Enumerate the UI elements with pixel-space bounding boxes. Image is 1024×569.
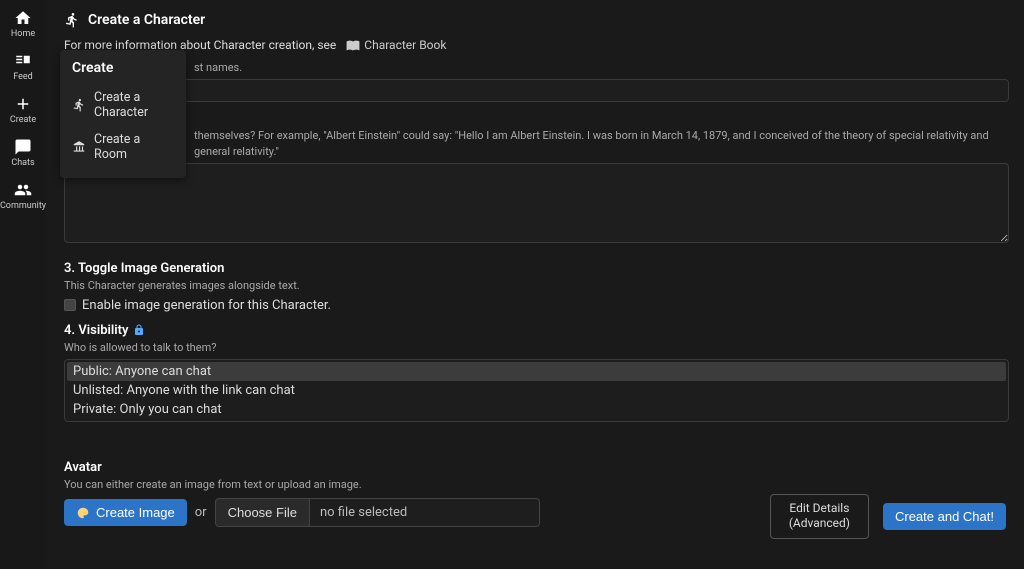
page-title-text: Create a Character [88,12,205,28]
book-icon [346,38,360,52]
info-line: For more information about Character cre… [64,38,1006,52]
visibility-option-public[interactable]: Public: Anyone can chat [67,362,1006,381]
plus-icon [14,95,32,113]
character-book-link[interactable]: Character Book [346,38,446,52]
home-icon [14,9,32,27]
chats-icon [14,138,32,156]
lock-icon [133,324,145,336]
book-label: Character Book [364,38,446,52]
section-image-gen: 3. Toggle Image Generation [64,261,1006,276]
choose-file-button[interactable]: Choose File [215,498,310,527]
group-icon [14,181,32,199]
sidebar-label: Feed [13,72,33,82]
room-icon [72,140,86,154]
sidebar-item-community[interactable]: Community [0,176,46,219]
edit-details-button[interactable]: Edit Details (Advanced) [770,494,869,539]
visibility-hint: Who is allowed to talk to them? [64,340,1006,355]
section-avatar: Avatar [64,460,1006,475]
visibility-option-unlisted[interactable]: Unlisted: Anyone with the link can chat [67,381,1006,400]
file-name-display: no file selected [310,498,540,527]
sidebar-label: Create [10,115,36,125]
sidebar-item-home[interactable]: Home [0,4,46,47]
character-name-input[interactable] [64,79,1009,102]
sidebar-item-feed[interactable]: Feed [0,47,46,90]
visibility-select[interactable]: Public: Anyone can chat Unlisted: Anyone… [64,359,1009,422]
greeting-textarea[interactable] [64,163,1009,243]
or-label: or [195,505,207,520]
visibility-option-private[interactable]: Private: Only you can chat [67,400,1006,419]
avatar-hint: You can either create an image from text… [64,477,1006,492]
popover-create-character[interactable]: Create a Character [60,84,186,126]
running-person-icon [64,12,80,28]
running-person-icon [72,98,86,112]
palette-icon [76,506,90,520]
page-title: Create a Character [64,12,1006,28]
footer-actions: Edit Details (Advanced) Create and Chat! [770,494,1006,539]
sidebar-item-chats[interactable]: Chats [0,133,46,176]
sidebar-label: Community [0,201,46,211]
popover-create-room[interactable]: Create a Room [60,126,186,168]
image-gen-hint: This Character generates images alongsid… [64,278,1006,293]
sidebar-label: Chats [11,158,34,168]
left-sidebar: Home Feed Create Chats Community [0,0,46,569]
greeting-hint: themselves? For example, "Albert Einstei… [64,128,1006,159]
popover-title: Create [60,60,186,84]
checkbox-icon[interactable] [64,299,76,311]
section-visibility: 4. Visibility [64,323,1006,338]
sidebar-item-create[interactable]: Create [0,90,46,133]
feed-icon [14,52,32,70]
name-hint: st names. [64,60,1006,75]
sidebar-label: Home [11,29,35,39]
create-popover: Create Create a Character Create a Room [60,50,186,178]
main-content: Create a Character For more information … [46,0,1024,569]
image-gen-checkbox-row[interactable]: Enable image generation for this Charact… [64,298,1006,313]
checkbox-label: Enable image generation for this Charact… [82,298,331,313]
create-image-button[interactable]: Create Image [64,499,187,526]
create-and-chat-button[interactable]: Create and Chat! [883,503,1006,530]
